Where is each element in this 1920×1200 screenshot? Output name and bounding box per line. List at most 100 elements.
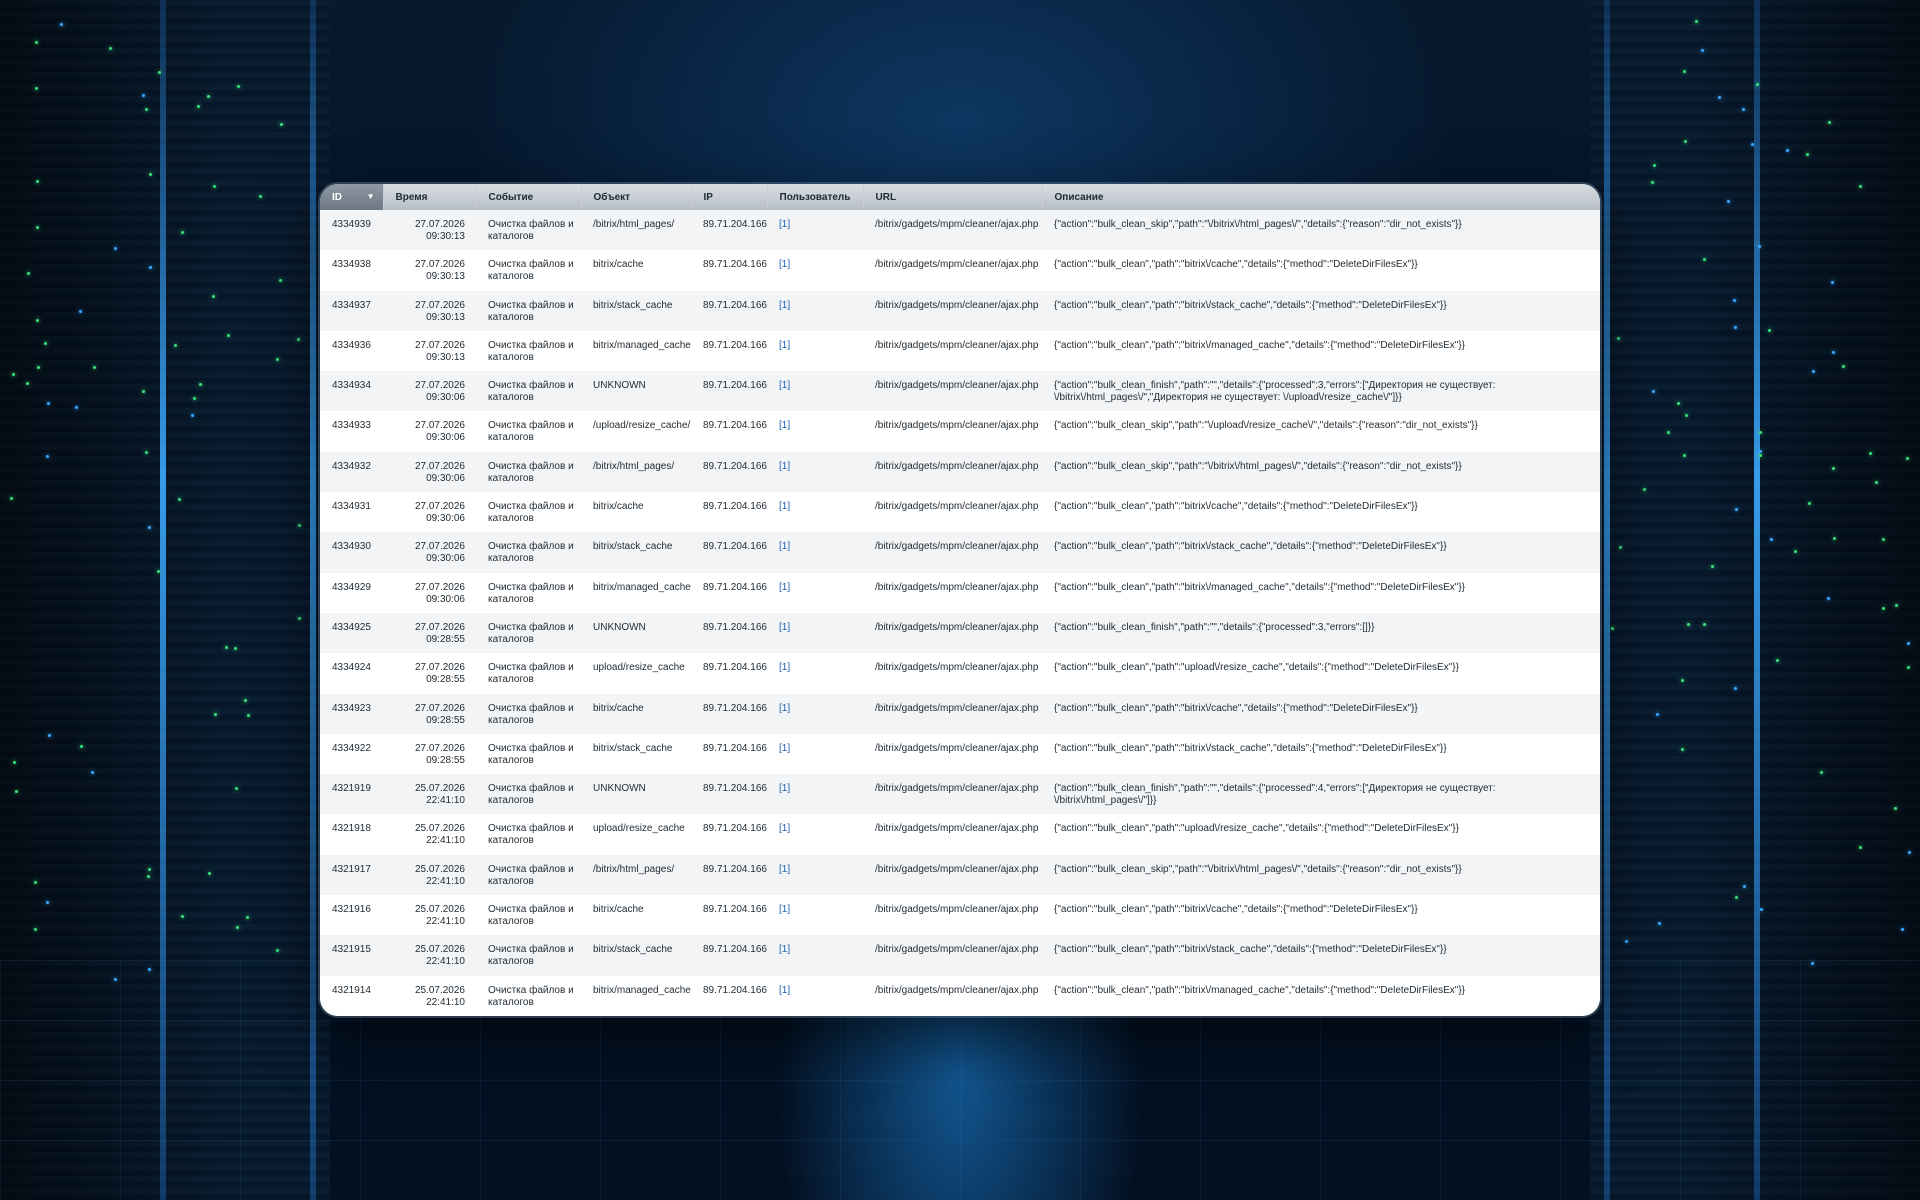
cell-id-text: 4321917 [332, 863, 371, 875]
cell-url-text: /bitrix/gadgets/mpm/cleaner/ajax.php [875, 460, 1039, 472]
cell-ip-text: 89.71.204.166 [703, 219, 767, 230]
cell-id-text: 4321916 [332, 904, 371, 916]
table-row[interactable]: 4334930 27.07.2026 09:30:06 Очистка файлов … [320, 532, 1600, 573]
cell-description-text: {"action":"bulk_clean_skip","path":"\/up… [1054, 420, 1478, 432]
cell-time-text: 22:41:10 [426, 956, 465, 968]
cell-object-text: UNKNOWN [593, 783, 646, 795]
cell-time-text: 27.07.2026 [414, 259, 465, 271]
led-light [1893, 806, 1897, 810]
table-row[interactable]: 4334936 27.07.2026 09:30:13 Очистка файлов … [320, 330, 1600, 372]
cell-ip: 89.71.204.166 [691, 693, 767, 734]
table-row[interactable]: 4334924 27.07.2026 09:28:55 Очистка файлов … [320, 653, 1600, 694]
cell-time-text: 25.07.2026 [414, 904, 465, 916]
table-row[interactable]: 4321919 25.07.2026 22:41:10 Очистка файлов … [320, 774, 1600, 815]
column-header-object[interactable]: Объект [581, 184, 692, 210]
table-body: 4334939 27.07.2026 09:30:13 Очистка файлов … [320, 210, 1600, 1016]
table-row[interactable]: 4334929 27.07.2026 09:30:06 Очистка файлов … [320, 572, 1600, 613]
cell-ip: 89.71.204.166 [691, 250, 767, 291]
table-row[interactable]: 4334925 27.07.2026 09:28:55 Очистка файлов … [320, 612, 1600, 654]
table-row[interactable]: 4334933 27.07.2026 09:30:06 Очистка файлов … [320, 411, 1600, 452]
table-row[interactable]: 4334937 27.07.2026 09:30:13 Очистка файлов … [320, 290, 1600, 331]
cell-event-text: Очистка файлов и каталогов [488, 984, 574, 1008]
cell-object: upload/resize_cache [581, 814, 691, 855]
cell-ip: 89.71.204.166 [691, 532, 767, 573]
column-header-ip[interactable]: IP [691, 184, 768, 210]
cell-event: Очистка файлов и каталогов [476, 854, 581, 896]
cell-event: Очистка файлов и каталогов [476, 572, 581, 613]
cell-time-text: 09:30:13 [426, 271, 465, 283]
cell-id: 4334939 [320, 210, 383, 251]
cell-event-text: Очистка файлов и каталогов [488, 259, 574, 283]
cell-user-text: [1] [779, 299, 791, 311]
cell-time-text: 22:41:10 [426, 916, 465, 928]
table-row[interactable]: 4321918 25.07.2026 22:41:10 Очистка файлов … [320, 814, 1600, 855]
cell-object: bitrix/stack_cache [581, 290, 691, 331]
column-header-user[interactable]: Пользователь [767, 184, 864, 210]
cell-object-text: bitrix/cache [593, 702, 644, 714]
cell-object: bitrix/managed_cache [581, 975, 691, 1016]
led-light [1832, 536, 1836, 540]
column-header-time[interactable]: Время [383, 184, 477, 210]
cell-ip-text: 89.71.204.166 [703, 501, 767, 513]
led-light [247, 713, 251, 717]
table-row[interactable]: 4321915 25.07.2026 22:41:10 Очистка файлов … [320, 935, 1600, 976]
cell-description-text: {"action":"bulk_clean","path":"bitrix\/s… [1054, 742, 1447, 754]
cell-time-text: 25.07.2026 [414, 783, 465, 795]
column-header-desc[interactable]: Описание [1042, 184, 1600, 210]
cell-time: 27.07.2026 09:30:06 [383, 411, 476, 452]
table-row[interactable]: 4334939 27.07.2026 09:30:13 Очистка файлов … [320, 210, 1600, 251]
cell-description-text: {"action":"bulk_clean_skip","path":"\/bi… [1054, 863, 1462, 875]
cell-url: /bitrix/gadgets/mpm/cleaner/ajax.php [863, 612, 1042, 654]
cell-time: 25.07.2026 22:41:10 [383, 935, 476, 976]
cell-description: {"action":"bulk_clean","path":"bitrix\/s… [1042, 733, 1600, 775]
cell-url-text: /bitrix/gadgets/mpm/cleaner/ajax.php [875, 380, 1039, 392]
led-light [25, 381, 29, 385]
table-row[interactable]: 4321916 25.07.2026 22:41:10 Очистка файлов … [320, 895, 1600, 936]
sort-desc-icon[interactable]: ▼ [367, 192, 375, 201]
cell-id-text: 4334936 [332, 339, 371, 351]
led-light [1794, 549, 1798, 553]
cell-url-text: /bitrix/gadgets/mpm/cleaner/ajax.php [875, 742, 1039, 754]
cell-user: [1] [767, 653, 863, 694]
cell-user-text: [1] [779, 259, 791, 271]
table-row[interactable]: 4334931 27.07.2026 09:30:06 Очистка файлов … [320, 492, 1600, 533]
column-header-event[interactable]: Событие [476, 184, 582, 210]
led-light [12, 372, 16, 376]
cell-event: Очистка файлов и каталогов [476, 774, 581, 815]
cell-id-text: 4334931 [332, 501, 371, 513]
led-light [197, 104, 201, 108]
table-row[interactable]: 4334934 27.07.2026 09:30:06 Очистка файлов … [320, 371, 1600, 412]
cell-description: {"action":"bulk_clean","path":"bitrix\/s… [1042, 532, 1600, 573]
table-row[interactable]: 4321914 25.07.2026 22:41:10 Очистка файлов … [320, 975, 1600, 1016]
cell-url: /bitrix/gadgets/mpm/cleaner/ajax.php [863, 532, 1042, 573]
led-light [74, 405, 78, 409]
table-row[interactable]: 4321917 25.07.2026 22:41:10 Очистка файлов … [320, 854, 1600, 896]
cell-object: bitrix/stack_cache [581, 733, 691, 775]
cell-user-text: [1] [779, 904, 791, 916]
cell-user-text: [1] [779, 541, 791, 553]
cell-ip-text: 89.71.204.166 [703, 702, 767, 714]
cell-id-text: 4334939 [332, 219, 371, 230]
table-row[interactable]: 4334932 27.07.2026 09:30:06 Очистка файлов … [320, 451, 1600, 493]
cell-ip: 89.71.204.166 [691, 572, 767, 613]
cell-id: 4321915 [320, 935, 383, 976]
cell-time: 27.07.2026 09:28:55 [383, 733, 476, 775]
cell-time: 25.07.2026 22:41:10 [383, 854, 476, 896]
column-header-id[interactable]: ID ▼ [320, 184, 384, 210]
table-row[interactable]: 4334922 27.07.2026 09:28:55 Очистка файлов … [320, 733, 1600, 775]
led-light [157, 569, 161, 573]
cell-event-text: Очистка файлов и каталогов [488, 581, 574, 605]
column-header-url[interactable]: URL [863, 184, 1043, 210]
cell-event-text: Очистка файлов и каталогов [488, 541, 574, 565]
cell-time-text: 09:28:55 [426, 754, 465, 766]
led-light [146, 874, 150, 878]
cell-id: 4321914 [320, 975, 383, 1016]
cell-description-text: {"action":"bulk_clean","path":"bitrix\/m… [1054, 581, 1466, 593]
cell-event: Очистка файлов и каталогов [476, 492, 581, 533]
table-row[interactable]: 4334938 27.07.2026 09:30:13 Очистка файлов … [320, 250, 1600, 291]
led-light [1758, 431, 1762, 435]
cell-description-text: {"action":"bulk_clean","path":"bitrix\/s… [1054, 299, 1447, 311]
cell-object-text: upload/resize_cache [593, 662, 685, 674]
led-light [1841, 364, 1845, 368]
table-row[interactable]: 4334923 27.07.2026 09:28:55 Очистка файлов … [320, 693, 1600, 734]
